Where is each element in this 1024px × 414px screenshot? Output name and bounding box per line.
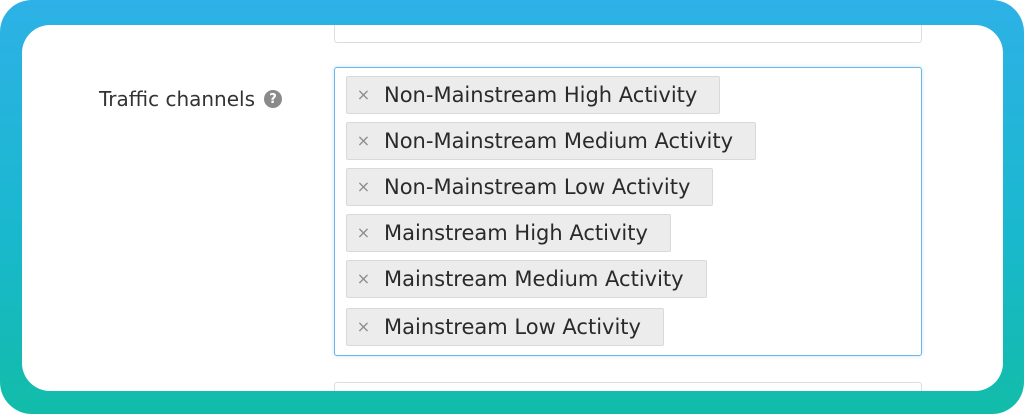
tag-non-mainstream-high-activity: × Non-Mainstream High Activity bbox=[346, 76, 721, 114]
remove-tag-icon[interactable]: × bbox=[356, 133, 371, 149]
remove-tag-icon[interactable]: × bbox=[356, 271, 371, 287]
tag-non-mainstream-medium-activity: × Non-Mainstream Medium Activity bbox=[346, 122, 757, 160]
remove-tag-icon[interactable]: × bbox=[356, 179, 371, 195]
tag-label: Mainstream Medium Activity bbox=[384, 266, 684, 291]
form-card: Traffic channels ? × Non-Mainstream High… bbox=[22, 25, 1003, 391]
tag-label: Non-Mainstream Medium Activity bbox=[384, 128, 734, 153]
tag-label: Non-Mainstream High Activity bbox=[384, 82, 698, 107]
next-field-input[interactable] bbox=[334, 382, 922, 391]
tag-mainstream-low-activity: × Mainstream Low Activity bbox=[346, 308, 664, 346]
remove-tag-icon[interactable]: × bbox=[356, 225, 371, 241]
tag-mainstream-high-activity: × Mainstream High Activity bbox=[346, 214, 671, 252]
previous-field-input[interactable] bbox=[334, 25, 922, 43]
tag-label: Mainstream Low Activity bbox=[384, 314, 641, 339]
remove-tag-icon[interactable]: × bbox=[356, 87, 371, 103]
question-circle-icon[interactable]: ? bbox=[264, 90, 283, 108]
traffic-channels-multiselect[interactable]: × Non-Mainstream High Activity × Non-Mai… bbox=[334, 67, 922, 356]
tag-label: Mainstream High Activity bbox=[384, 220, 648, 245]
remove-tag-icon[interactable]: × bbox=[356, 319, 371, 335]
traffic-channels-label: Traffic channels ? bbox=[99, 86, 283, 112]
traffic-channels-label-text: Traffic channels bbox=[99, 87, 256, 111]
tag-non-mainstream-low-activity: × Non-Mainstream Low Activity bbox=[346, 168, 714, 206]
gradient-frame: Traffic channels ? × Non-Mainstream High… bbox=[0, 0, 1024, 414]
tag-mainstream-medium-activity: × Mainstream Medium Activity bbox=[346, 260, 707, 298]
tag-label: Non-Mainstream Low Activity bbox=[384, 174, 691, 199]
